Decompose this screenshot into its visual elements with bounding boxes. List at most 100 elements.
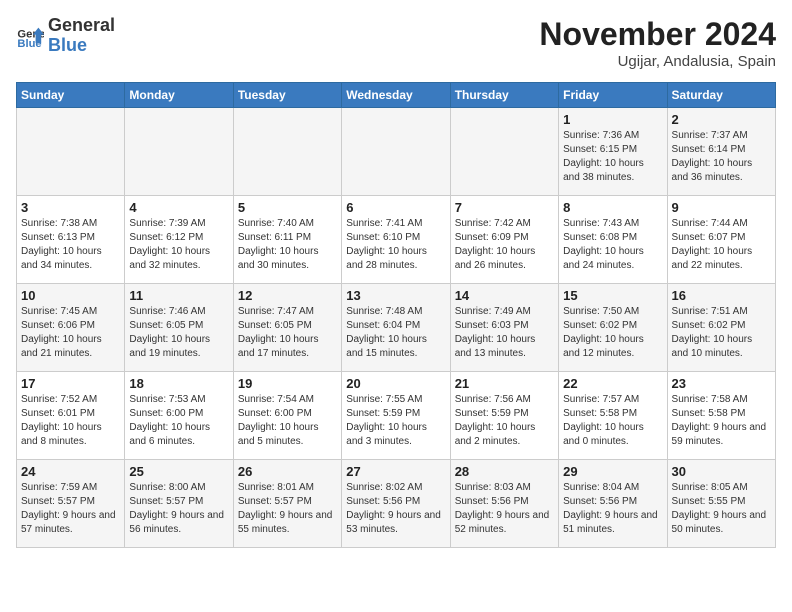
day-info: Sunrise: 7:51 AMSunset: 6:02 PMDaylight:…: [672, 305, 771, 361]
day-number: 30: [672, 464, 771, 479]
day-number: 2: [672, 112, 771, 127]
week-row-4: 17Sunrise: 7:52 AMSunset: 6:01 PMDayligh…: [17, 372, 776, 460]
day-number: 19: [238, 376, 337, 391]
day-info: Sunrise: 7:46 AMSunset: 6:05 PMDaylight:…: [129, 305, 228, 361]
day-info: Sunrise: 7:44 AMSunset: 6:07 PMDaylight:…: [672, 217, 771, 273]
header-cell-saturday: Saturday: [667, 83, 775, 108]
calendar-cell: 17Sunrise: 7:52 AMSunset: 6:01 PMDayligh…: [17, 372, 125, 460]
location: Ugijar, Andalusia, Spain: [539, 53, 776, 70]
header-cell-monday: Monday: [125, 83, 233, 108]
day-info: Sunrise: 7:55 AMSunset: 5:59 PMDaylight:…: [346, 393, 445, 449]
day-info: Sunrise: 7:41 AMSunset: 6:10 PMDaylight:…: [346, 217, 445, 273]
calendar-cell: 14Sunrise: 7:49 AMSunset: 6:03 PMDayligh…: [450, 284, 558, 372]
header-cell-friday: Friday: [559, 83, 667, 108]
calendar-cell: 12 Sunrise: 7:47 AMSunset: 6:05 PMDayligh…: [233, 284, 341, 372]
calendar-cell: 2 Sunrise: 7:37 AMSunset: 6:14 PMDaylight…: [667, 108, 775, 196]
day-number: 6: [346, 200, 445, 215]
calendar-cell: 13Sunrise: 7:48 AMSunset: 6:04 PMDayligh…: [342, 284, 450, 372]
calendar-cell: [233, 108, 341, 196]
day-info: Sunrise: 7:58 AMSunset: 5:58 PMDaylight:…: [672, 393, 771, 449]
calendar-cell: 20 Sunrise: 7:55 AMSunset: 5:59 PMDayligh…: [342, 372, 450, 460]
calendar-cell: [342, 108, 450, 196]
day-number: 20: [346, 376, 445, 391]
calendar-cell: 23 Sunrise: 7:58 AMSunset: 5:58 PMDayligh…: [667, 372, 775, 460]
header-row: SundayMondayTuesdayWednesdayThursdayFrid…: [17, 83, 776, 108]
day-number: 21: [455, 376, 554, 391]
calendar-cell: 22 Sunrise: 7:57 AMSunset: 5:58 PMDayligh…: [559, 372, 667, 460]
logo-text: GeneralBlue: [48, 16, 115, 56]
week-row-2: 3 Sunrise: 7:38 AMSunset: 6:13 PMDaylight…: [17, 196, 776, 284]
calendar-cell: 10 Sunrise: 7:45 AMSunset: 6:06 PMDayligh…: [17, 284, 125, 372]
day-info: Sunrise: 8:01 AMSunset: 5:57 PMDaylight:…: [238, 481, 337, 537]
day-number: 18: [129, 376, 228, 391]
calendar-cell: 26 Sunrise: 8:01 AMSunset: 5:57 PMDayligh…: [233, 460, 341, 548]
calendar-cell: 4 Sunrise: 7:39 AMSunset: 6:12 PMDaylight…: [125, 196, 233, 284]
day-info: Sunrise: 8:04 AMSunset: 5:56 PMDaylight:…: [563, 481, 662, 537]
calendar-cell: 29 Sunrise: 8:04 AMSunset: 5:56 PMDayligh…: [559, 460, 667, 548]
calendar-cell: 18 Sunrise: 7:53 AMSunset: 6:00 PMDayligh…: [125, 372, 233, 460]
header-cell-sunday: Sunday: [17, 83, 125, 108]
day-number: 14: [455, 288, 554, 303]
day-info: Sunrise: 7:39 AMSunset: 6:12 PMDaylight:…: [129, 217, 228, 273]
calendar-cell: 15Sunrise: 7:50 AMSunset: 6:02 PMDayligh…: [559, 284, 667, 372]
day-number: 4: [129, 200, 228, 215]
logo: General Blue GeneralBlue: [16, 16, 115, 56]
day-number: 28: [455, 464, 554, 479]
calendar-cell: [125, 108, 233, 196]
calendar-cell: 9Sunrise: 7:44 AMSunset: 6:07 PMDaylight…: [667, 196, 775, 284]
day-number: 3: [21, 200, 120, 215]
calendar-body: 1Sunrise: 7:36 AMSunset: 6:15 PMDaylight…: [17, 108, 776, 548]
day-number: 13: [346, 288, 445, 303]
week-row-3: 10 Sunrise: 7:45 AMSunset: 6:06 PMDayligh…: [17, 284, 776, 372]
week-row-5: 24 Sunrise: 7:59 AMSunset: 5:57 PMDayligh…: [17, 460, 776, 548]
day-info: Sunrise: 7:52 AMSunset: 6:01 PMDaylight:…: [21, 393, 120, 449]
calendar-cell: 19 Sunrise: 7:54 AMSunset: 6:00 PMDayligh…: [233, 372, 341, 460]
calendar-cell: 8 Sunrise: 7:43 AMSunset: 6:08 PMDaylight…: [559, 196, 667, 284]
day-number: 11: [129, 288, 228, 303]
logo-icon: General Blue: [16, 22, 44, 50]
day-number: 1: [563, 112, 662, 127]
day-info: Sunrise: 8:05 AMSunset: 5:55 PMDaylight:…: [672, 481, 771, 537]
day-info: Sunrise: 8:03 AMSunset: 5:56 PMDaylight:…: [455, 481, 554, 537]
day-info: Sunrise: 7:40 AMSunset: 6:11 PMDaylight:…: [238, 217, 337, 273]
day-info: Sunrise: 7:57 AMSunset: 5:58 PMDaylight:…: [563, 393, 662, 449]
page-header: General Blue GeneralBlue November 2024 U…: [16, 16, 776, 70]
day-number: 25: [129, 464, 228, 479]
day-info: Sunrise: 7:43 AMSunset: 6:08 PMDaylight:…: [563, 217, 662, 273]
day-info: Sunrise: 8:00 AMSunset: 5:57 PMDaylight:…: [129, 481, 228, 537]
day-info: Sunrise: 8:02 AMSunset: 5:56 PMDaylight:…: [346, 481, 445, 537]
day-info: Sunrise: 7:45 AMSunset: 6:06 PMDaylight:…: [21, 305, 120, 361]
day-number: 26: [238, 464, 337, 479]
day-number: 27: [346, 464, 445, 479]
calendar-table: SundayMondayTuesdayWednesdayThursdayFrid…: [16, 82, 776, 548]
header-cell-tuesday: Tuesday: [233, 83, 341, 108]
day-number: 10: [21, 288, 120, 303]
calendar-cell: 28 Sunrise: 8:03 AMSunset: 5:56 PMDayligh…: [450, 460, 558, 548]
day-info: Sunrise: 7:50 AMSunset: 6:02 PMDaylight:…: [563, 305, 662, 361]
day-info: Sunrise: 7:54 AMSunset: 6:00 PMDaylight:…: [238, 393, 337, 449]
calendar-cell: 24 Sunrise: 7:59 AMSunset: 5:57 PMDayligh…: [17, 460, 125, 548]
day-number: 8: [563, 200, 662, 215]
day-number: 7: [455, 200, 554, 215]
title-block: November 2024 Ugijar, Andalusia, Spain: [539, 16, 776, 70]
calendar-cell: [450, 108, 558, 196]
day-number: 12: [238, 288, 337, 303]
day-number: 24: [21, 464, 120, 479]
calendar-cell: 6 Sunrise: 7:41 AMSunset: 6:10 PMDaylight…: [342, 196, 450, 284]
header-cell-thursday: Thursday: [450, 83, 558, 108]
day-info: Sunrise: 7:53 AMSunset: 6:00 PMDaylight:…: [129, 393, 228, 449]
day-info: Sunrise: 7:47 AMSunset: 6:05 PMDaylight:…: [238, 305, 337, 361]
calendar-cell: 25 Sunrise: 8:00 AMSunset: 5:57 PMDayligh…: [125, 460, 233, 548]
day-info: Sunrise: 7:56 AMSunset: 5:59 PMDaylight:…: [455, 393, 554, 449]
day-number: 22: [563, 376, 662, 391]
calendar-cell: 1Sunrise: 7:36 AMSunset: 6:15 PMDaylight…: [559, 108, 667, 196]
day-info: Sunrise: 7:37 AMSunset: 6:14 PMDaylight:…: [672, 129, 771, 185]
day-info: Sunrise: 7:38 AMSunset: 6:13 PMDaylight:…: [21, 217, 120, 273]
calendar-cell: 27 Sunrise: 8:02 AMSunset: 5:56 PMDayligh…: [342, 460, 450, 548]
calendar-cell: 3 Sunrise: 7:38 AMSunset: 6:13 PMDaylight…: [17, 196, 125, 284]
calendar-cell: 5Sunrise: 7:40 AMSunset: 6:11 PMDaylight…: [233, 196, 341, 284]
day-number: 23: [672, 376, 771, 391]
calendar-cell: 11 Sunrise: 7:46 AMSunset: 6:05 PMDayligh…: [125, 284, 233, 372]
day-number: 29: [563, 464, 662, 479]
day-info: Sunrise: 7:59 AMSunset: 5:57 PMDaylight:…: [21, 481, 120, 537]
